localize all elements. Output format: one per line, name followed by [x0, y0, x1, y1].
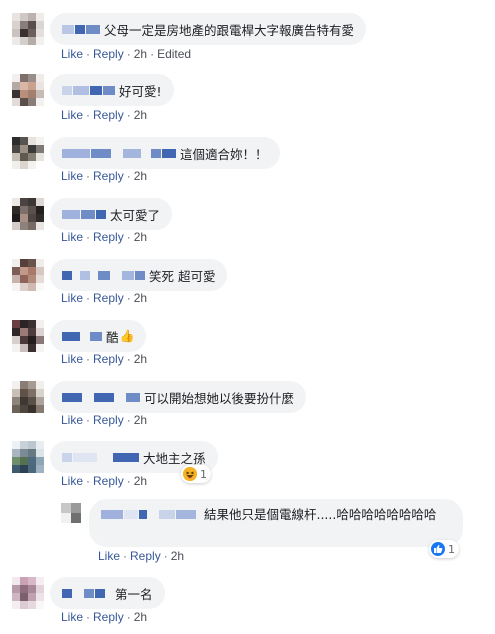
- comment-bubble: 第一名: [50, 577, 165, 609]
- comment-bubble: 這個適合妳！！: [50, 137, 280, 169]
- commenter-name[interactable]: [62, 331, 103, 341]
- comment-text: 太可愛了: [110, 207, 161, 223]
- reply-link[interactable]: Reply: [93, 169, 124, 183]
- timestamp[interactable]: 2h: [134, 169, 147, 183]
- comment-bubble: 酷 👍: [50, 320, 147, 352]
- like-link[interactable]: Like: [61, 413, 83, 427]
- avatar[interactable]: [12, 198, 44, 230]
- haha-icon: [183, 467, 197, 481]
- avatar[interactable]: [61, 503, 81, 523]
- like-link[interactable]: Like: [61, 108, 83, 122]
- reply-link[interactable]: Reply: [93, 47, 124, 61]
- comment-actions: Like · Reply · 2h · Edited: [61, 47, 192, 61]
- commenter-name[interactable]: [101, 510, 197, 519]
- comment-bubble: 父母一定是房地產的跟電桿大字報廣告特有愛: [50, 13, 367, 45]
- like-link[interactable]: Like: [61, 169, 83, 183]
- comment-bubble: 好可愛!: [50, 74, 174, 106]
- reply-link[interactable]: Reply: [93, 610, 124, 624]
- reply-link[interactable]: Reply: [93, 291, 124, 305]
- comment-bubble: 太可愛了: [50, 198, 173, 230]
- reaction-badge[interactable]: 1: [181, 465, 211, 483]
- comment-bubble: 笑死 超可愛: [50, 259, 228, 291]
- comment-text: 可以開始想她以後要扮什麼: [144, 390, 295, 406]
- timestamp[interactable]: 2h: [134, 47, 147, 61]
- reaction-count: 1: [200, 467, 207, 481]
- avatar[interactable]: [12, 137, 44, 169]
- like-link[interactable]: Like: [61, 474, 83, 488]
- comment-text: 結果他只是個電線杆.....哈哈哈哈哈哈哈哈: [203, 507, 437, 522]
- avatar[interactable]: [12, 74, 44, 106]
- comment-text: 這個適合妳！！: [180, 146, 268, 162]
- reply-link[interactable]: Reply: [93, 474, 124, 488]
- comment-actions: Like · Reply · 2h: [61, 108, 148, 122]
- timestamp[interactable]: 2h: [134, 108, 147, 122]
- timestamp[interactable]: 2h: [134, 230, 147, 244]
- avatar[interactable]: [12, 259, 44, 291]
- like-link[interactable]: Like: [61, 47, 83, 61]
- avatar[interactable]: [12, 441, 44, 473]
- comment-actions: Like · Reply · 2h: [61, 230, 148, 244]
- comment-text: 酷: [106, 329, 119, 345]
- like-link[interactable]: Like: [61, 230, 83, 244]
- comment-actions: Like · Reply · 2h: [61, 291, 148, 305]
- timestamp[interactable]: 2h: [134, 413, 147, 427]
- avatar[interactable]: [12, 577, 44, 609]
- comment-text: 笑死 超可愛: [149, 268, 216, 284]
- timestamp[interactable]: 2h: [134, 610, 147, 624]
- like-link[interactable]: Like: [61, 291, 83, 305]
- comment-actions: Like · Reply · 2h: [98, 549, 185, 563]
- reply-link[interactable]: Reply: [93, 230, 124, 244]
- comment-bubble: 可以開始想她以後要扮什麼: [50, 381, 307, 413]
- comment-actions: Like · Reply · 2h: [61, 413, 148, 427]
- commenter-name[interactable]: [62, 588, 106, 598]
- comment-text: 第一名: [115, 586, 153, 602]
- commenter-name[interactable]: [62, 270, 146, 280]
- timestamp[interactable]: 2h: [171, 549, 184, 563]
- comment-bubble: 結果他只是個電線杆.....哈哈哈哈哈哈哈哈: [89, 499, 463, 547]
- commenter-name[interactable]: [62, 392, 141, 402]
- reply-link[interactable]: Reply: [93, 413, 124, 427]
- like-link[interactable]: Like: [61, 352, 83, 366]
- commenter-name[interactable]: [62, 148, 177, 158]
- commenter-name[interactable]: [62, 452, 140, 462]
- commenter-name[interactable]: [62, 24, 101, 34]
- thumbs-up-emoji: 👍: [119, 329, 135, 343]
- comment-text: 大地主之孫: [143, 450, 206, 466]
- avatar[interactable]: [12, 13, 44, 45]
- comment-actions: Like · Reply · 2h: [61, 474, 148, 488]
- comment-text: 父母一定是房地產的跟電桿大字報廣告特有愛: [104, 22, 355, 38]
- comment-actions: Like · Reply · 2h: [61, 352, 148, 366]
- reaction-count: 1: [448, 542, 455, 556]
- comment-actions: Like · Reply · 2h: [61, 169, 148, 183]
- avatar[interactable]: [12, 381, 44, 413]
- reply-link[interactable]: Reply: [93, 352, 124, 366]
- reply-link[interactable]: Reply: [130, 549, 161, 563]
- timestamp[interactable]: 2h: [134, 352, 147, 366]
- timestamp[interactable]: 2h: [134, 474, 147, 488]
- like-link[interactable]: Like: [61, 610, 83, 624]
- comment-text: 好可愛!: [119, 83, 162, 99]
- like-icon: [431, 542, 445, 556]
- commenter-name[interactable]: [62, 85, 116, 95]
- reply-link[interactable]: Reply: [93, 108, 124, 122]
- reaction-badge[interactable]: 1: [429, 540, 459, 558]
- comment-actions: Like · Reply · 2h: [61, 610, 148, 624]
- like-link[interactable]: Like: [98, 549, 120, 563]
- timestamp[interactable]: 2h: [134, 291, 147, 305]
- edited-label[interactable]: Edited: [157, 47, 191, 61]
- commenter-name[interactable]: [62, 209, 107, 219]
- avatar[interactable]: [12, 320, 44, 352]
